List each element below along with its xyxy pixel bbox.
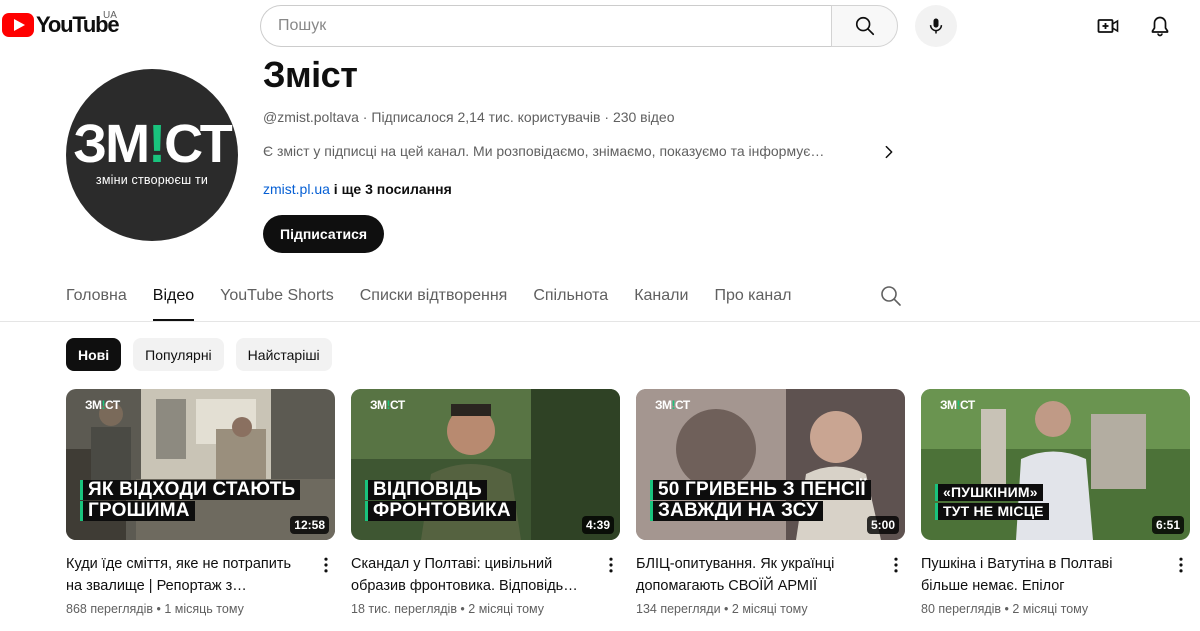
thumbnail-caption: ЗАВЖДИ НА ЗСУ [650, 501, 824, 521]
more-vert-icon [894, 557, 898, 573]
tab-community[interactable]: Спільнота [533, 280, 608, 321]
tab-playlists[interactable]: Списки відтворення [360, 280, 508, 321]
thumbnail-caption: 50 ГРИВЕНЬ З ПЕНСІЇ [650, 480, 871, 500]
video-thumbnail[interactable]: ЗМ!СТ ВІДПОВІДЬ ФРОНТОВИКА 4:39 [351, 389, 620, 540]
video-menu-button[interactable] [599, 553, 623, 577]
video-thumbnail[interactable]: ЗМ!СТ «ПУШКІНИМ» ТУТ НЕ МІСЦЕ 6:51 [921, 389, 1190, 540]
channel-handle: @zmist.poltava [263, 109, 359, 125]
channel-description[interactable]: Є зміст у підписці на цей канал. Ми розп… [263, 143, 824, 159]
thumbnail-channel-logo: ЗМ!СТ [370, 398, 405, 412]
youtube-play-icon [2, 13, 34, 37]
description-expand-button[interactable] [878, 141, 900, 163]
video-duration: 4:39 [581, 516, 614, 534]
more-vert-icon [609, 557, 613, 573]
search-icon [855, 16, 874, 36]
channel-website-link[interactable]: zmist.pl.ua [263, 181, 330, 197]
chevron-right-icon [885, 145, 893, 159]
thumbnail-channel-logo: ЗМ!СТ [85, 398, 120, 412]
microphone-icon [929, 18, 943, 34]
more-vert-icon [324, 557, 328, 573]
top-bar: YouTube UA [0, 0, 1200, 52]
search-input[interactable] [278, 17, 832, 35]
channel-meta: @zmist.poltava · Підписалося 2,14 тис. к… [263, 109, 675, 125]
thumbnail-caption: ТУТ НЕ МІСЦЕ [935, 503, 1049, 520]
region-code: UA [103, 10, 117, 21]
tab-home[interactable]: Головна [66, 280, 127, 321]
thumbnail-caption: ЯК ВІДХОДИ СТАЮТЬ [80, 480, 301, 500]
avatar-title: ЗМ!СТ [73, 114, 232, 174]
thumbnail-channel-logo: ЗМ!СТ [940, 398, 975, 412]
video-grid: ЗМ!СТ ЯК ВІДХОДИ СТАЮТЬ ГРОШИМА 12:58 Ку… [66, 389, 1200, 616]
video-title[interactable]: Скандал у Полтаві: цивільний образив фро… [351, 553, 591, 597]
thumbnail-caption: ВІДПОВІДЬ [365, 480, 487, 500]
video-menu-button[interactable] [1169, 553, 1193, 577]
bell-icon [1151, 16, 1169, 37]
video-card[interactable]: ЗМ!СТ «ПУШКІНИМ» ТУТ НЕ МІСЦЕ 6:51 Пушкі… [921, 389, 1190, 616]
video-count: 230 відео [612, 109, 675, 125]
tab-videos[interactable]: Відео [152, 280, 195, 321]
channel-links: zmist.pl.ua і ще 3 посилання [263, 181, 452, 197]
channel-avatar[interactable]: ЗМ!СТ зміни створюєш ти [66, 69, 238, 241]
chip-popular[interactable]: Популярні [133, 338, 224, 371]
video-duration: 6:51 [1151, 516, 1184, 534]
thumbnail-caption: «ПУШКІНИМ» [935, 484, 1043, 501]
thumbnail-channel-logo: ЗМ!СТ [655, 398, 690, 412]
video-meta: 134 перегляди • 2 місяці тому [636, 602, 808, 616]
create-video-icon [1097, 19, 1119, 33]
tab-shorts[interactable]: YouTube Shorts [220, 280, 334, 321]
chip-oldest[interactable]: Найстаріші [235, 338, 332, 371]
youtube-logo[interactable]: YouTube [2, 12, 120, 38]
subscriber-count: Підписалося 2,14 тис. користувачів [371, 109, 601, 125]
video-duration: 12:58 [290, 516, 329, 534]
video-duration: 5:00 [866, 516, 899, 534]
tab-channels[interactable]: Канали [634, 280, 688, 321]
video-title[interactable]: Куди їде сміття, яке не потрапить на зва… [66, 553, 306, 597]
tab-about[interactable]: Про канал [714, 280, 791, 321]
video-meta: 18 тис. переглядів • 2 місяці тому [351, 602, 545, 616]
sort-chips: Нові Популярні Найстаріші [66, 338, 344, 371]
avatar-subtitle: зміни створюєш ти [95, 173, 209, 187]
chip-newest[interactable]: Нові [66, 338, 122, 371]
search-icon [881, 286, 901, 306]
video-card[interactable]: ЗМ!СТ ЯК ВІДХОДИ СТАЮТЬ ГРОШИМА 12:58 Ку… [66, 389, 335, 616]
video-thumbnail[interactable]: ЗМ!СТ ЯК ВІДХОДИ СТАЮТЬ ГРОШИМА 12:58 [66, 389, 335, 540]
search-button[interactable] [831, 5, 898, 47]
create-button[interactable] [1092, 10, 1124, 42]
video-card[interactable]: ЗМ!СТ 50 ГРИВЕНЬ З ПЕНСІЇ ЗАВЖДИ НА ЗСУ … [636, 389, 905, 616]
video-menu-button[interactable] [314, 553, 338, 577]
video-thumbnail[interactable]: ЗМ!СТ 50 ГРИВЕНЬ З ПЕНСІЇ ЗАВЖДИ НА ЗСУ … [636, 389, 905, 540]
video-card[interactable]: ЗМ!СТ ВІДПОВІДЬ ФРОНТОВИКА 4:39 Скандал … [351, 389, 620, 616]
channel-search-button[interactable] [879, 284, 903, 308]
thumbnail-caption: ГРОШИМА [80, 501, 195, 521]
tabs-divider [0, 321, 1200, 322]
video-title[interactable]: Пушкіна і Ватутіна в Полтаві більше нема… [921, 553, 1161, 597]
channel-name: Зміст [263, 54, 358, 95]
more-vert-icon [1179, 557, 1183, 573]
video-title[interactable]: БЛІЦ-опитування. Як українці допомагають… [636, 553, 876, 597]
search-box [260, 5, 832, 47]
thumbnail-caption: ФРОНТОВИКА [365, 501, 516, 521]
channel-tabs: Головна Відео YouTube Shorts Списки відт… [66, 280, 818, 322]
more-links-button[interactable]: і ще 3 посилання [330, 181, 452, 197]
notifications-button[interactable] [1144, 10, 1176, 42]
subscribe-button[interactable]: Підписатися [263, 215, 385, 253]
video-meta: 868 переглядів • 1 місяць тому [66, 602, 244, 616]
video-meta: 80 переглядів • 2 місяці тому [921, 602, 1089, 616]
voice-search-button[interactable] [915, 5, 957, 47]
video-menu-button[interactable] [884, 553, 908, 577]
